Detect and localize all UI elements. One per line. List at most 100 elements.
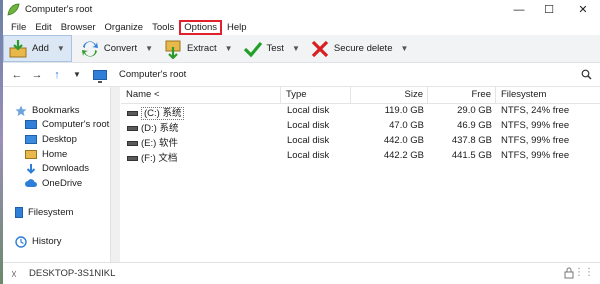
row-filesystem: NTFS, 99% free: [501, 135, 570, 146]
row-size: 47.0 GB: [389, 120, 424, 131]
computer-icon: [25, 120, 37, 129]
row-name-cell: (C:) 系统: [127, 105, 185, 120]
row-size: 442.2 GB: [383, 150, 424, 161]
sidebar-item-home[interactable]: Home: [25, 149, 67, 160]
column-header-name[interactable]: Name <: [121, 87, 281, 103]
toolbar: Add ▼ Convert ▼ Extract ▼ Test ▼ Secure …: [3, 35, 600, 63]
sidebar-item-label: Computer's root: [42, 119, 110, 130]
window-title: Computer's root: [25, 4, 93, 15]
sidebar: Bookmarks Computer's root Desktop Home D…: [3, 87, 120, 262]
add-dropdown-icon[interactable]: ▼: [57, 44, 65, 53]
home-folder-icon: [25, 150, 37, 159]
extract-dropdown-icon[interactable]: ▼: [225, 44, 233, 53]
sidebar-history[interactable]: History: [15, 236, 62, 248]
row-filesystem: NTFS, 99% free: [501, 120, 570, 131]
menu-tools[interactable]: Tools: [148, 21, 178, 34]
sidebar-item-label: OneDrive: [42, 178, 83, 189]
extract-label: Extract: [187, 43, 217, 54]
up-arrow-icon[interactable]: ↑: [47, 69, 67, 81]
sidebar-item-computers-root[interactable]: Computer's root: [25, 119, 109, 130]
address-bar: ← → ↑ ▼ Computer's root: [3, 63, 600, 87]
peazip-app-icon: [7, 3, 20, 16]
secure-delete-button[interactable]: Secure delete ▼: [306, 36, 415, 62]
secure-delete-label: Secure delete: [333, 43, 393, 54]
test-button[interactable]: Test ▼: [239, 36, 306, 62]
desktop-icon: [25, 135, 37, 144]
history-dropdown-icon[interactable]: ▼: [67, 70, 87, 79]
row-free: 29.0 GB: [457, 105, 492, 116]
row-size: 442.0 GB: [383, 135, 424, 146]
drive-icon: [127, 125, 138, 131]
resize-grip-icon[interactable]: ⋮⋮: [574, 267, 594, 278]
sidebar-history-label: History: [32, 236, 62, 247]
table-row[interactable]: (D:) 系统 Local disk 47.0 GB 46.9 GB NTFS,…: [121, 118, 600, 134]
sidebar-bookmarks-label: Bookmarks: [32, 105, 80, 116]
sidebar-scrollbar[interactable]: [110, 87, 120, 262]
row-filesystem: NTFS, 99% free: [501, 150, 570, 161]
column-header-size[interactable]: Size: [351, 87, 428, 103]
computer-icon: [93, 69, 107, 83]
breadcrumb[interactable]: Computer's root: [119, 69, 186, 80]
file-list: Name < Type Size Free Filesystem (C:) 系统…: [121, 87, 600, 262]
sidebar-item-desktop[interactable]: Desktop: [25, 134, 77, 145]
row-free: 46.9 GB: [457, 120, 492, 131]
extract-button[interactable]: Extract ▼: [159, 36, 238, 62]
sidebar-item-downloads[interactable]: Downloads: [25, 163, 89, 174]
add-button[interactable]: Add ▼: [3, 35, 72, 62]
sidebar-bookmarks[interactable]: Bookmarks: [15, 105, 80, 116]
table-row[interactable]: (F:) 文档 Local disk 442.2 GB 441.5 GB NTF…: [121, 148, 600, 164]
row-size: 119.0 GB: [384, 105, 424, 116]
row-name-cell: (E:) 软件: [127, 135, 178, 149]
sidebar-item-label: Downloads: [42, 163, 89, 174]
menu-organize[interactable]: Organize: [101, 21, 148, 34]
row-name-cell: (F:) 文档: [127, 150, 177, 164]
clock-icon: [15, 236, 27, 248]
drive-icon: [127, 110, 138, 116]
convert-label: Convert: [103, 43, 138, 54]
menu-edit[interactable]: Edit: [31, 21, 55, 34]
sidebar-item-label: Home: [42, 149, 68, 160]
row-name: (F:) 文档: [141, 153, 178, 164]
add-label: Add: [32, 43, 49, 54]
star-icon: [15, 105, 27, 116]
network-icon: ☓: [11, 269, 17, 281]
cloud-icon: [25, 178, 37, 189]
sidebar-item-label: Desktop: [42, 134, 77, 145]
minimize-button[interactable]: —: [504, 0, 534, 19]
row-type: Local disk: [287, 135, 330, 146]
menu-browser[interactable]: Browser: [57, 21, 100, 34]
menu-options[interactable]: Options: [179, 19, 223, 35]
extract-icon: [163, 39, 183, 59]
delete-x-icon: [310, 39, 330, 59]
row-free: 437.8 GB: [451, 135, 492, 146]
test-dropdown-icon[interactable]: ▼: [292, 44, 300, 53]
column-header-type[interactable]: Type: [281, 87, 351, 103]
table-row[interactable]: (C:) 系统 Local disk 119.0 GB 29.0 GB NTFS…: [121, 103, 600, 120]
table-row[interactable]: (E:) 软件 Local disk 442.0 GB 437.8 GB NTF…: [121, 133, 600, 149]
menu-file[interactable]: File: [7, 21, 30, 34]
checkmark-icon: [243, 39, 263, 59]
sidebar-filesystem[interactable]: Filesystem: [15, 207, 73, 218]
column-header-free[interactable]: Free: [428, 87, 496, 103]
convert-button[interactable]: Convert ▼: [76, 36, 159, 62]
drive-icon: [127, 155, 138, 161]
search-icon[interactable]: [581, 69, 592, 82]
download-arrow-icon: [25, 163, 37, 174]
sidebar-filesystem-label: Filesystem: [28, 207, 74, 218]
convert-dropdown-icon[interactable]: ▼: [145, 44, 153, 53]
forward-arrow-icon[interactable]: →: [27, 69, 47, 81]
lock-icon[interactable]: [564, 267, 574, 281]
menu-help[interactable]: Help: [223, 21, 251, 34]
column-header-filesystem[interactable]: Filesystem: [496, 87, 600, 103]
maximize-button[interactable]: ☐: [534, 0, 564, 19]
row-free: 441.5 GB: [451, 150, 492, 161]
sidebar-item-onedrive[interactable]: OneDrive: [25, 178, 82, 189]
secure-delete-dropdown-icon[interactable]: ▼: [400, 44, 408, 53]
filesystem-icon: [15, 207, 23, 218]
drive-icon: [127, 140, 138, 146]
test-label: Test: [266, 43, 284, 54]
back-arrow-icon[interactable]: ←: [7, 69, 27, 81]
row-filesystem: NTFS, 24% free: [501, 105, 570, 116]
computer-name: DESKTOP-3S1NIKL: [29, 268, 116, 279]
close-button[interactable]: ✕: [568, 0, 598, 19]
